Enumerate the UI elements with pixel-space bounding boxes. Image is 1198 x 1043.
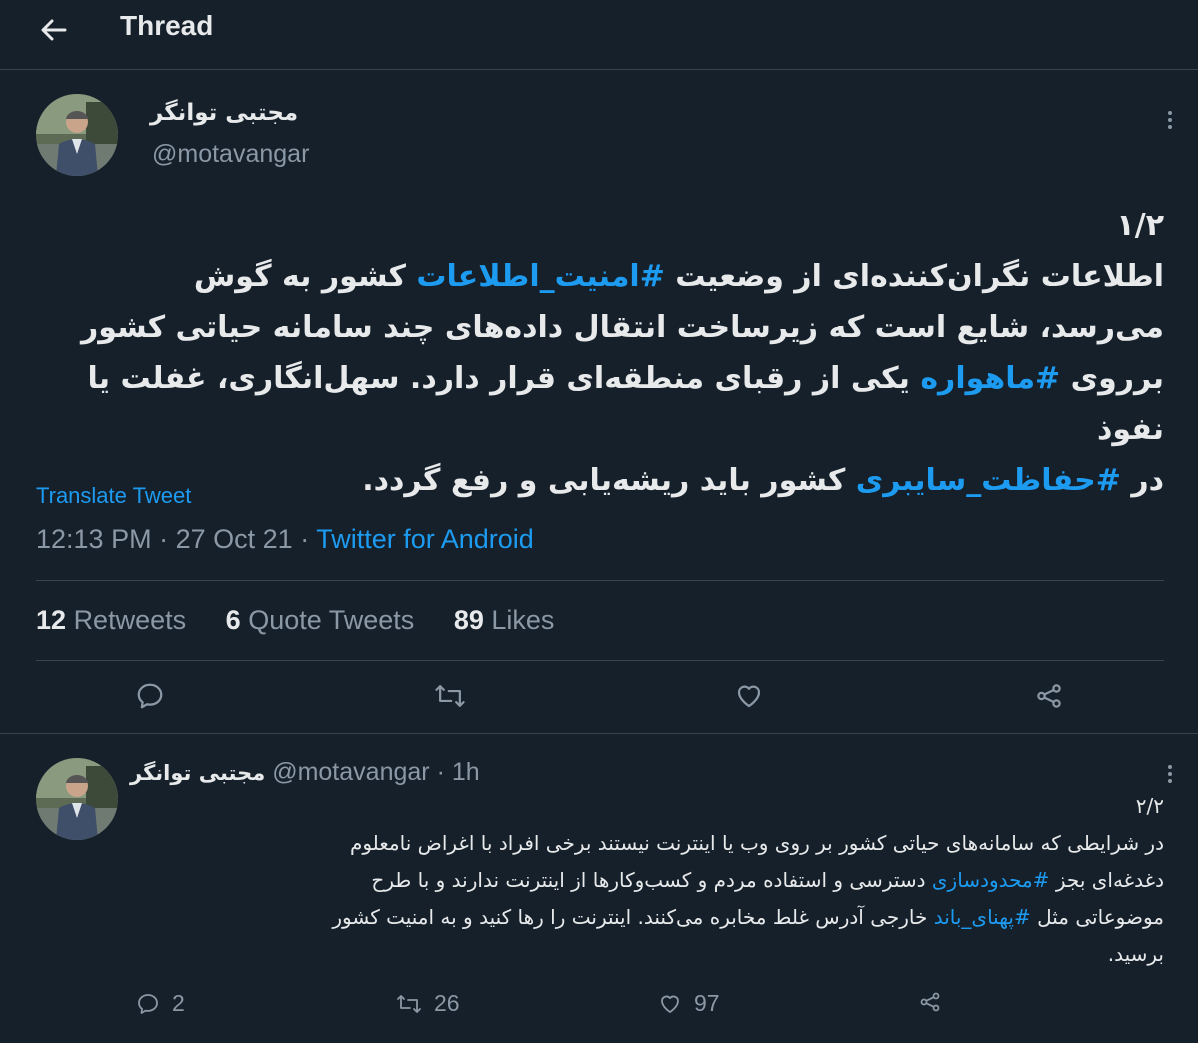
text-segment: خارجی آدرس غلط مخابره می‌کنند. اینترنت ر…	[332, 905, 934, 929]
tweet-time[interactable]: 12:13 PM	[36, 524, 152, 554]
avatar[interactable]	[36, 758, 118, 840]
text-line: اطلاعات نگران‌کننده‌ای از وضعیت #امنیت_ا…	[24, 251, 1164, 302]
display-name[interactable]: مجتبی توانگر	[150, 100, 300, 126]
text-line: ۲/۲	[124, 788, 1164, 825]
more-icon	[1168, 110, 1172, 131]
text-line: برروی #ماهواره یکی از رقبای منطقه‌ای قرا…	[24, 353, 1164, 455]
reply-count: 2	[172, 990, 185, 1016]
hashtag-link[interactable]: #امنیت_اطلاعات	[416, 259, 664, 294]
text-segment: دغدغه‌ای بجز	[1049, 868, 1164, 892]
retweet-button[interactable]	[434, 680, 466, 712]
retweet-count: 26	[434, 990, 460, 1016]
like-button[interactable]	[733, 680, 765, 712]
text-segment: برسید.	[1107, 942, 1164, 966]
text-segment: می‌رسد، شایع است که زیرساخت انتقال داده‌…	[80, 310, 1164, 345]
reply-text: ۲/۲ در شرایطی که سامانه‌های حیاتی کشور بر…	[124, 788, 1164, 973]
text-line: در #حفاظت_سایبری کشور باید ریشه‌یابی و ر…	[24, 455, 1164, 506]
tweet-time-ago[interactable]: 1h	[452, 758, 480, 786]
like-icon	[737, 685, 761, 708]
thread-header: Thread	[0, 0, 1198, 70]
tweet-meta: 12:13 PM · 27 Oct 21 · Twitter for Andro…	[36, 524, 534, 554]
translate-tweet-link[interactable]: Translate Tweet	[36, 483, 191, 509]
like-count: 97	[694, 990, 720, 1016]
text-segment: کشور باید ریشه‌یابی و رفع گردد.	[362, 463, 856, 498]
divider	[36, 580, 1164, 581]
text-line: موضوعاتی مثل #پهنای_باند خارجی آدرس غلط …	[124, 899, 1164, 936]
back-arrow-icon	[41, 19, 67, 41]
text-segment: دسترسی و استفاده مردم و کسب‌وکارها از ای…	[371, 868, 932, 892]
text-line: می‌رسد، شایع است که زیرساخت انتقال داده‌…	[24, 302, 1164, 353]
handle[interactable]: @motavangar	[152, 140, 309, 169]
share-icon	[1037, 684, 1061, 708]
retweet-button[interactable]: 26	[396, 990, 460, 1017]
page-title: Thread	[120, 10, 214, 41]
retweet-icon	[435, 685, 465, 707]
reply-button[interactable]: 2	[136, 990, 185, 1017]
more-button[interactable]	[1158, 108, 1182, 132]
tweet-stats: 12 Retweets 6 Quote Tweets 89 Likes	[36, 605, 586, 636]
hashtag-link[interactable]: #پهنای_باند	[934, 905, 1031, 929]
more-icon	[1168, 764, 1172, 785]
hashtag-link[interactable]: #محدودسازی	[932, 868, 1050, 892]
like-icon	[661, 995, 679, 1013]
reply-icon	[138, 993, 158, 1014]
hashtag-link[interactable]: #حفاظت_سایبری	[856, 463, 1121, 498]
tweet-source[interactable]: Twitter for Android	[316, 524, 534, 554]
text-segment: موضوعاتی مثل	[1030, 905, 1164, 929]
handle[interactable]: @motavangar	[272, 758, 429, 786]
quote-tweets-stat[interactable]: 6 Quote Tweets	[226, 605, 415, 635]
text-line: برسید.	[124, 936, 1164, 973]
share-icon	[920, 992, 940, 1012]
likes-stat[interactable]: 89 Likes	[454, 605, 555, 635]
text-line: دغدغه‌ای بجز #محدودسازی دسترسی و استفاده…	[124, 862, 1164, 899]
reply-header: مجتبی توانگر @motavangar · 1h	[130, 758, 480, 786]
text-segment: در	[1120, 463, 1164, 498]
text-segment: ۲/۲	[1135, 794, 1164, 818]
like-button[interactable]: 97	[658, 990, 720, 1017]
back-button[interactable]	[34, 12, 74, 48]
reply-button[interactable]	[134, 680, 166, 712]
share-button[interactable]	[1033, 680, 1065, 712]
share-button[interactable]	[918, 990, 954, 1014]
display-name[interactable]: مجتبی توانگر	[130, 761, 265, 785]
retweets-stat[interactable]: 12 Retweets	[36, 605, 186, 635]
tweet-text: ۱/۲ اطلاعات نگران‌کننده‌ای از وضعیت #امنی…	[24, 200, 1164, 506]
tweet-date[interactable]: 27 Oct 21	[176, 524, 293, 554]
divider	[36, 660, 1164, 661]
text-segment: کشور به گوش	[193, 259, 417, 294]
text-line: در شرایطی که سامانه‌های حیاتی کشور بر رو…	[124, 825, 1164, 862]
hashtag-link[interactable]: #ماهواره	[920, 361, 1060, 396]
text-segment: برروی	[1060, 361, 1164, 396]
text-segment: ۱/۲	[1116, 208, 1164, 243]
text-segment: در شرایطی که سامانه‌های حیاتی کشور بر رو…	[349, 831, 1164, 855]
text-line: ۱/۲	[24, 200, 1164, 251]
more-button[interactable]	[1158, 762, 1182, 786]
text-segment: اطلاعات نگران‌کننده‌ای از وضعیت	[664, 259, 1164, 294]
avatar[interactable]	[36, 94, 118, 176]
reply-icon	[137, 683, 163, 709]
divider	[0, 733, 1198, 734]
retweet-icon	[397, 994, 421, 1013]
